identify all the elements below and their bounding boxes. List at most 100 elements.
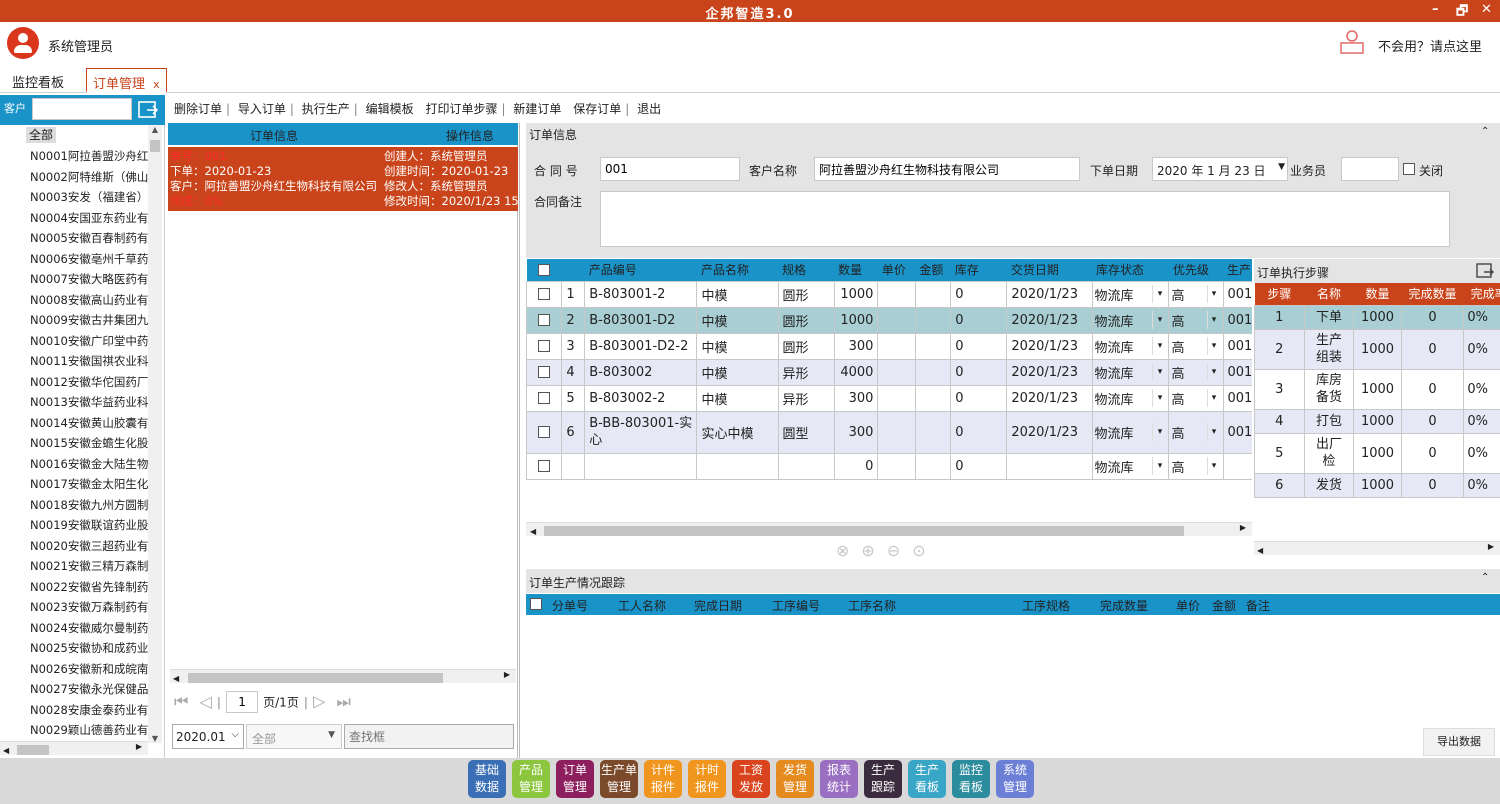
- dock-button[interactable]: 发货 管理: [776, 760, 814, 798]
- item-priority[interactable]: 高: [1171, 289, 1184, 304]
- customer-all-item[interactable]: 全部: [0, 125, 150, 146]
- col-finish-date[interactable]: 完成日期: [694, 597, 742, 614]
- customer-item[interactable]: N0024安徽威尔曼制药: [0, 618, 150, 639]
- row-checkbox[interactable]: [538, 426, 551, 438]
- col-worker[interactable]: 工人名称: [618, 597, 666, 614]
- customer-item[interactable]: N0001阿拉善盟沙舟红: [0, 146, 150, 167]
- item-priority[interactable]: 高: [1171, 393, 1184, 408]
- item-stock-status[interactable]: 物流库: [1095, 367, 1134, 382]
- items-hscrollbar[interactable]: ◀ ▶: [526, 522, 1252, 536]
- dock-button[interactable]: 产品 管理: [512, 760, 550, 798]
- select-all-checkbox[interactable]: [538, 264, 551, 277]
- col-sub-no[interactable]: 分单号: [552, 597, 588, 614]
- move-down-icon[interactable]: ⊖: [887, 541, 912, 560]
- first-page-icon[interactable]: ⏮: [174, 692, 188, 711]
- dropdown-icon[interactable]: ▾: [1152, 310, 1166, 329]
- sales-input[interactable]: [1341, 157, 1399, 181]
- customer-item[interactable]: N0027安徽永光保健品: [0, 679, 150, 700]
- dropdown-icon[interactable]: ▾: [1152, 388, 1166, 407]
- col-done-rate[interactable]: 完成率: [1464, 283, 1500, 305]
- customer-item[interactable]: N0029颖山德善药业有: [0, 720, 150, 735]
- customer-item[interactable]: N0015安徽金蟾生化股: [0, 433, 150, 454]
- minimize-button[interactable]: –: [1432, 2, 1439, 17]
- dock-button[interactable]: 生产单 管理: [600, 760, 638, 798]
- item-row[interactable]: 6 B-BB-803001-实心 实心中模 圆型 300 0 2020/1/23 物流库 ▾ 高 ▾…: [526, 410, 1252, 454]
- dropdown-icon[interactable]: ▾: [1206, 388, 1221, 407]
- col-process-no[interactable]: 工序编号: [772, 597, 820, 614]
- item-priority[interactable]: 高: [1171, 367, 1184, 382]
- dock-button[interactable]: 生产 看板: [908, 760, 946, 798]
- dock-button[interactable]: 订单 管理: [556, 760, 594, 798]
- restore-button[interactable]: 🗗: [1456, 2, 1468, 24]
- dock-button[interactable]: 监控 看板: [952, 760, 990, 798]
- item-stock-status[interactable]: 物流库: [1095, 341, 1134, 356]
- move-up-icon[interactable]: ⊕: [861, 541, 886, 560]
- col-production-no[interactable]: 生产单号: [1223, 259, 1252, 281]
- collapse-icon[interactable]: ⌃: [1481, 126, 1489, 137]
- confirm-row-icon[interactable]: ⊙: [912, 541, 937, 560]
- close-window-button[interactable]: ✕: [1481, 2, 1492, 17]
- customer-item[interactable]: N0014安徽黄山胶囊有: [0, 413, 150, 434]
- col-process-spec[interactable]: 工序规格: [1022, 597, 1070, 614]
- item-stock-status[interactable]: 物流库: [1095, 315, 1134, 330]
- customer-item[interactable]: N0005安徽百春制药有: [0, 228, 150, 249]
- dock-button[interactable]: 生产 跟踪: [864, 760, 902, 798]
- row-checkbox[interactable]: [538, 366, 551, 378]
- col-remark[interactable]: 备注: [1246, 597, 1270, 614]
- customer-item[interactable]: N0011安徽国祺农业科: [0, 351, 150, 372]
- item-priority[interactable]: 高: [1171, 461, 1184, 476]
- dock-button[interactable]: 工资 发放: [732, 760, 770, 798]
- customer-item[interactable]: N0020安徽三超药业有: [0, 536, 150, 557]
- col-stock[interactable]: 库存: [951, 259, 1007, 281]
- customer-item[interactable]: N0004安国亚东药业有: [0, 208, 150, 229]
- avatar-icon[interactable]: [7, 27, 39, 59]
- item-priority[interactable]: 高: [1171, 427, 1184, 442]
- last-page-icon[interactable]: ⏭: [336, 692, 350, 711]
- dropdown-icon[interactable]: ▾: [1152, 284, 1166, 303]
- customer-hscrollbar[interactable]: ◀ ▶: [0, 741, 148, 755]
- customer-search-input[interactable]: [32, 98, 132, 120]
- row-checkbox[interactable]: [538, 460, 551, 472]
- customer-name-input[interactable]: [814, 157, 1080, 181]
- order-date-picker[interactable]: 2020 年 1 月 23 日 ▼: [1152, 157, 1288, 181]
- col-step-qty[interactable]: 数量: [1354, 283, 1401, 305]
- cancel-row-icon[interactable]: ⊗: [836, 541, 861, 560]
- close-checkbox[interactable]: [1403, 163, 1415, 175]
- steps-export-icon[interactable]: [1476, 263, 1494, 279]
- col-finish-qty[interactable]: 完成数量: [1100, 597, 1148, 614]
- tab-order-management[interactable]: 订单管理 x: [86, 68, 167, 93]
- item-priority[interactable]: 高: [1171, 315, 1184, 330]
- customer-item[interactable]: N0023安徽万森制药有: [0, 597, 150, 618]
- item-row[interactable]: 4 B-803002 中模 异形 4000 0 2020/1/23 物流库 ▾ 高 ▾ 00113: [526, 358, 1252, 386]
- customer-item[interactable]: N0007安徽大略医药有: [0, 269, 150, 290]
- execute-production-button[interactable]: 执行生产: [298, 100, 354, 117]
- col-amount[interactable]: 金额: [915, 259, 950, 281]
- item-stock-status[interactable]: 物流库: [1095, 427, 1134, 442]
- dock-button[interactable]: 基础 数据: [468, 760, 506, 798]
- col-step[interactable]: 步骤: [1255, 283, 1305, 305]
- step-row[interactable]: 6 发货 1000 0 0%: [1254, 472, 1500, 498]
- order-card[interactable]: 单号：001 下单：2020-01-23 客户：阿拉善盟沙舟红生物科技有限公司 …: [168, 147, 518, 211]
- customer-item[interactable]: N0022安徽省先锋制药: [0, 577, 150, 598]
- import-order-button[interactable]: 导入订单: [234, 100, 290, 117]
- customer-item[interactable]: N0018安徽九州方圆制: [0, 495, 150, 516]
- customer-item[interactable]: N0013安徽华益药业科: [0, 392, 150, 413]
- dropdown-icon[interactable]: ▾: [1206, 310, 1221, 329]
- col-qty[interactable]: 数量: [834, 259, 878, 281]
- col-product-name[interactable]: 产品名称: [697, 259, 778, 281]
- remark-textarea[interactable]: [600, 191, 1450, 247]
- month-select[interactable]: 2020.01 ⌵: [172, 724, 244, 749]
- col-unit-price[interactable]: 单价: [1176, 597, 1200, 614]
- dropdown-icon[interactable]: ▾: [1152, 336, 1166, 355]
- item-priority[interactable]: 高: [1171, 341, 1184, 356]
- export-icon[interactable]: [138, 100, 158, 120]
- edit-template-button[interactable]: 编辑模板: [362, 100, 418, 117]
- item-row[interactable]: 3 B-803001-D2-2 中模 圆形 300 0 2020/1/23 物流库 ▾ 高 ▾ 001…: [526, 332, 1252, 360]
- customer-item[interactable]: N0006安徽亳州千草药: [0, 249, 150, 270]
- exit-button[interactable]: 退出: [633, 100, 665, 117]
- row-checkbox[interactable]: [538, 392, 551, 404]
- col-price[interactable]: 单价: [878, 259, 915, 281]
- row-checkbox[interactable]: [538, 288, 551, 300]
- step-row[interactable]: 4 打包 1000 0 0%: [1254, 408, 1500, 434]
- contract-input[interactable]: [600, 157, 740, 181]
